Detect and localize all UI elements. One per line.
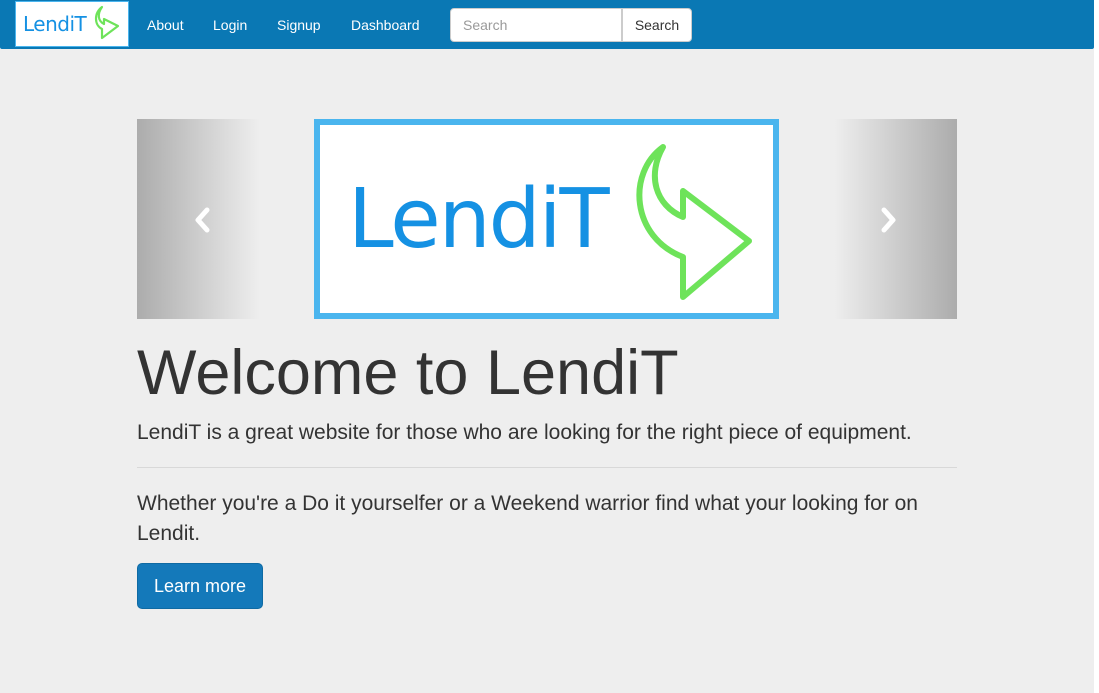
carousel: LendiT <box>137 119 957 319</box>
lead-text: LendiT is a great website for those who … <box>137 421 912 444</box>
chevron-right-icon <box>881 207 896 233</box>
nav-about[interactable]: About <box>147 16 184 34</box>
learn-more-button[interactable]: Learn more <box>137 563 263 609</box>
brand-text: LendiT <box>23 12 87 36</box>
brand-logo[interactable]: LendiT <box>15 1 129 47</box>
chevron-left-icon <box>195 207 210 233</box>
arrow-logo-icon <box>94 5 120 40</box>
arrow-logo-icon <box>636 144 752 300</box>
nav-login[interactable]: Login <box>213 16 247 34</box>
carousel-slide-logo: LendiT <box>314 119 779 319</box>
slide-logo-text: LendiT <box>348 172 610 267</box>
carousel-prev-control[interactable] <box>137 119 260 319</box>
search-button[interactable]: Search <box>622 8 692 42</box>
top-navbar: LendiT About Login Signup Dashboard Sear… <box>0 0 1094 49</box>
search-input[interactable] <box>450 8 622 42</box>
carousel-next-control[interactable] <box>834 119 957 319</box>
divider <box>137 467 957 468</box>
nav-signup[interactable]: Signup <box>277 16 321 34</box>
body-text: Whether you're a Do it yourselfer or a W… <box>137 492 918 545</box>
nav-dashboard[interactable]: Dashboard <box>351 16 420 34</box>
page-title: Welcome to LendiT <box>137 338 679 408</box>
